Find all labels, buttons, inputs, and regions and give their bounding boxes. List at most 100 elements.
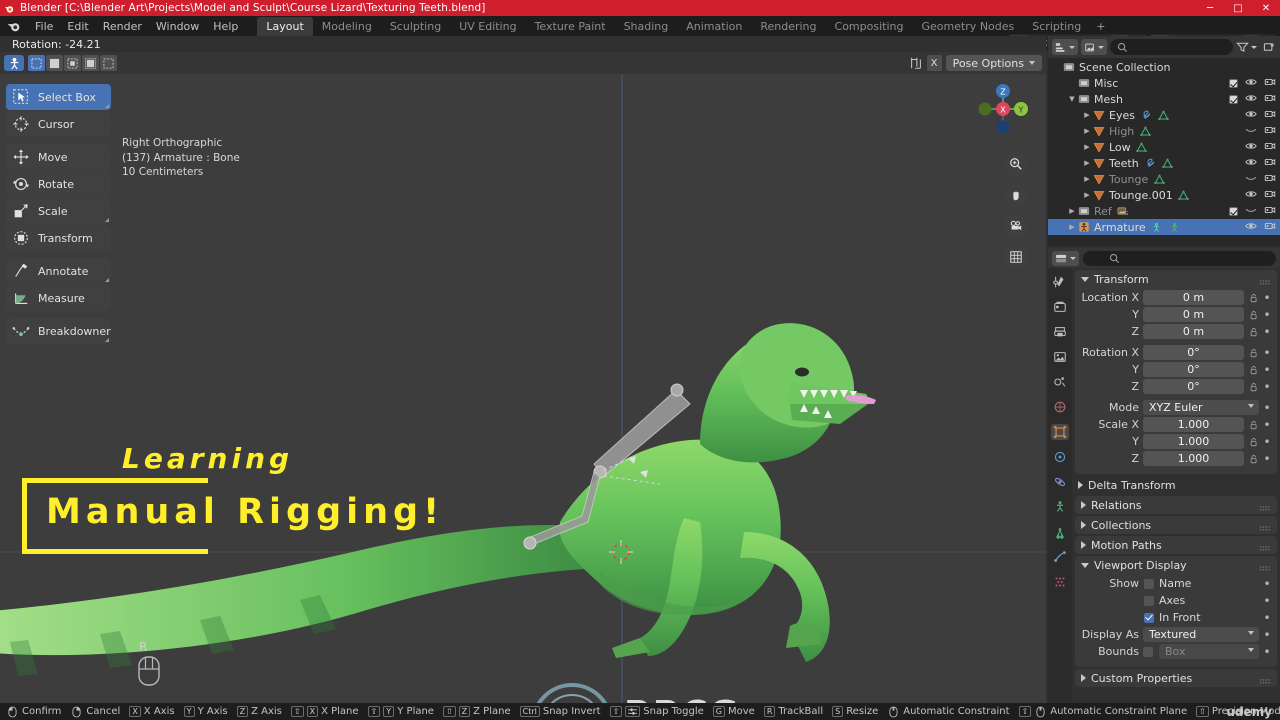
outliner-search-input[interactable] <box>1110 39 1233 55</box>
menu-edit[interactable]: Edit <box>60 18 95 35</box>
animate-property-dot[interactable]: • <box>1263 404 1271 412</box>
panel-header-transform[interactable]: Transform <box>1075 270 1277 288</box>
properties-tab-tool[interactable] <box>1051 274 1069 290</box>
outliner-row-tounge[interactable]: ▶Tounge <box>1048 171 1280 187</box>
checkbox-axes[interactable] <box>1144 596 1154 606</box>
outliner-row-eyes[interactable]: ▶Eyes <box>1048 107 1280 123</box>
animate-property-dot[interactable]: • <box>1263 366 1271 374</box>
animate-property-dot[interactable]: • <box>1263 455 1271 463</box>
properties-tab-scene[interactable] <box>1051 374 1069 390</box>
animate-property-dot[interactable]: • <box>1263 383 1271 391</box>
disclosure-triangle[interactable]: ▶ <box>1082 174 1092 184</box>
mesh-tri-icon[interactable] <box>1138 126 1152 137</box>
hide-in-viewport-icon[interactable] <box>1245 220 1257 235</box>
animate-property-dot[interactable]: • <box>1263 328 1271 336</box>
properties-tab-texture[interactable] <box>1051 574 1069 590</box>
property-value-y[interactable]: 1.000 <box>1143 434 1244 449</box>
disable-in-render-icon[interactable] <box>1264 204 1276 219</box>
select-circle-button[interactable] <box>64 55 81 71</box>
properties-tab-object[interactable] <box>1051 424 1069 440</box>
properties-tab-armature-data[interactable] <box>1051 524 1069 540</box>
disclosure-triangle[interactable]: ▶ <box>1082 142 1092 152</box>
exclude-checkbox[interactable] <box>1229 207 1238 216</box>
animate-property-dot[interactable]: • <box>1263 294 1271 302</box>
lock-icon[interactable] <box>1248 454 1259 464</box>
new-collection-icon[interactable] <box>1263 41 1276 53</box>
property-value-location-x[interactable]: 0 m <box>1143 290 1244 305</box>
property-value-rotation-x[interactable]: 0° <box>1143 345 1244 360</box>
menu-render[interactable]: Render <box>96 18 149 35</box>
lock-icon[interactable] <box>1248 327 1259 337</box>
properties-tab-modifier[interactable] <box>1051 449 1069 465</box>
pose-icon[interactable] <box>1150 222 1164 233</box>
select-intersect-button[interactable] <box>100 55 117 71</box>
animate-property-dot[interactable]: • <box>1263 438 1271 446</box>
outliner-row-high[interactable]: ▶High <box>1048 123 1280 139</box>
disclosure-triangle[interactable]: ▶ <box>1082 158 1092 168</box>
blender-logo-icon[interactable] <box>6 19 22 33</box>
camera-icon[interactable] <box>1004 214 1028 238</box>
animate-property-dot[interactable]: • <box>1263 421 1271 429</box>
hide-in-viewport-icon[interactable] <box>1245 156 1257 171</box>
hide-in-viewport-icon[interactable] <box>1245 92 1257 107</box>
properties-tab-physics[interactable] <box>1051 474 1069 490</box>
properties-tab-output[interactable] <box>1051 324 1069 340</box>
tab-modeling[interactable]: Modeling <box>313 17 381 36</box>
tab-shading[interactable]: Shading <box>615 17 678 36</box>
filter-funnel-icon[interactable] <box>1236 41 1249 53</box>
outliner-row-armature[interactable]: ▶Armature <box>1048 219 1280 235</box>
disclosure-triangle[interactable]: ▶ <box>1082 190 1092 200</box>
lock-icon[interactable] <box>1248 348 1259 358</box>
tool-breakdowner[interactable]: Breakdowner <box>6 318 111 344</box>
outliner-row-misc[interactable]: Misc <box>1048 75 1280 91</box>
lock-icon[interactable] <box>1248 310 1259 320</box>
outliner-row-tounge-001[interactable]: ▶Tounge.001 <box>1048 187 1280 203</box>
tool-move[interactable]: Move <box>6 144 111 170</box>
exclude-checkbox[interactable] <box>1229 79 1238 88</box>
animate-property-dot[interactable]: • <box>1263 580 1271 588</box>
tab-sculpting[interactable]: Sculpting <box>381 17 450 36</box>
armature-data-icon[interactable] <box>1168 222 1182 233</box>
lock-icon[interactable] <box>1248 382 1259 392</box>
checkbox-in-front[interactable] <box>1144 613 1154 623</box>
property-value-z[interactable]: 0 m <box>1143 324 1244 339</box>
tool-select-box[interactable]: Select Box <box>6 84 111 110</box>
mesh-tri-icon[interactable] <box>1161 158 1175 169</box>
lock-icon[interactable] <box>1248 293 1259 303</box>
mesh-tri-icon[interactable] <box>1152 174 1166 185</box>
property-value-y[interactable]: 0 m <box>1143 307 1244 322</box>
disable-in-render-icon[interactable] <box>1264 188 1276 203</box>
hide-in-viewport-icon[interactable] <box>1245 204 1257 219</box>
disclosure-triangle[interactable]: ▼ <box>1067 94 1077 104</box>
disclosure-triangle[interactable]: ▶ <box>1067 206 1077 216</box>
tab-compositing[interactable]: Compositing <box>826 17 913 36</box>
animate-property-dot[interactable]: • <box>1263 311 1271 319</box>
tool-expand-corner[interactable] <box>105 218 109 222</box>
properties-editor-type[interactable] <box>1052 251 1079 266</box>
hide-in-viewport-icon[interactable] <box>1245 124 1257 139</box>
pose-mode-icon[interactable] <box>4 55 24 71</box>
panel-header-collections[interactable]: Collections <box>1075 516 1277 534</box>
modifier-icon[interactable] <box>1143 158 1157 169</box>
close-button[interactable]: ✕ <box>1252 0 1280 16</box>
lock-icon[interactable] <box>1248 437 1259 447</box>
panel-header-delta-transform[interactable]: Delta Transform <box>1072 476 1280 494</box>
menu-window[interactable]: Window <box>149 18 206 35</box>
lock-icon[interactable] <box>1248 365 1259 375</box>
clear-pose-button[interactable]: X <box>927 55 942 71</box>
panel-header-viewport-display[interactable]: Viewport Display <box>1075 556 1277 574</box>
navigation-gizmo[interactable]: Z Y X <box>974 80 1032 138</box>
panel-header-motion-paths[interactable]: Motion Paths <box>1075 536 1277 554</box>
pose-snap-icon[interactable] <box>909 56 923 70</box>
tab-texture-paint[interactable]: Texture Paint <box>526 17 615 36</box>
animate-property-dot[interactable]: • <box>1263 614 1271 622</box>
outliner-row-low[interactable]: ▶Low <box>1048 139 1280 155</box>
menu-help[interactable]: Help <box>206 18 245 35</box>
menu-file[interactable]: File <box>28 18 60 35</box>
select-lasso-button[interactable] <box>82 55 99 71</box>
property-dropdown-mode[interactable]: XYZ Euler <box>1143 400 1259 415</box>
hide-in-viewport-icon[interactable] <box>1245 140 1257 155</box>
tool-transform[interactable]: Transform <box>6 225 111 251</box>
image-icon[interactable]: 2 <box>1116 206 1130 217</box>
tool-cursor[interactable]: Cursor <box>6 111 111 137</box>
